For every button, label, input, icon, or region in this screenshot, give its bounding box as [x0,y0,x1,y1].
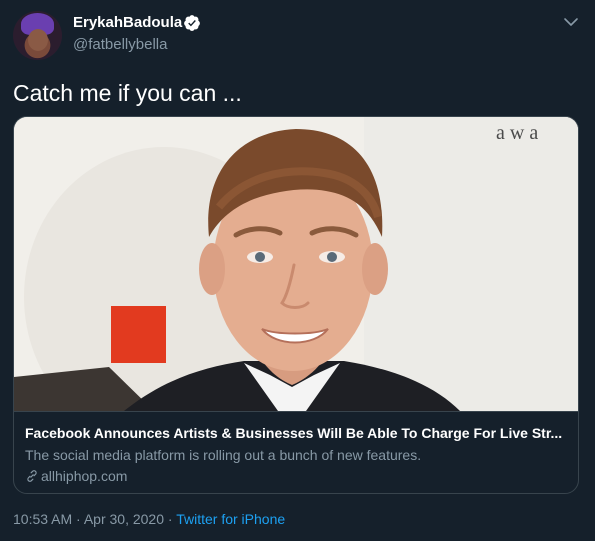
tweet: ErykahBadoula @fatbellybella Catch me if… [0,0,595,541]
tweet-text: Catch me if you can ... [13,80,242,106]
link-icon [27,470,37,482]
link-card-title[interactable]: Facebook Announces Artists & Businesses … [25,425,570,441]
display-name[interactable]: ErykahBadoula [73,14,182,31]
link-card-meta: Facebook Announces Artists & Businesses … [14,411,578,493]
card-photo: a w a [14,117,578,411]
tweet-time[interactable]: 10:53 AM [13,511,72,527]
chevron-down-icon[interactable] [561,15,581,29]
link-card-domain-text: allhiphop.com [41,468,128,484]
user-handle[interactable]: @fatbellybella [73,36,167,53]
tweet-date[interactable]: Apr 30, 2020 [84,511,164,527]
avatar[interactable] [13,11,62,60]
tweet-source[interactable]: Twitter for iPhone [176,511,285,527]
link-card-domain: allhiphop.com [25,468,127,484]
link-card-image: a w a [14,117,578,411]
tweet-timestamp: 10:53 AM · Apr 30, 2020 · Twitter for iP… [13,511,285,527]
avatar-face [28,29,48,51]
separator: · [72,511,84,527]
red-square [111,306,166,363]
separator: · [164,511,177,527]
verified-badge-icon [184,15,200,31]
image-text: a w a [496,122,538,144]
link-card[interactable]: a w a Facebook Announces Artists & Busin… [13,116,579,494]
link-card-description: The social media platform is rolling out… [25,447,422,463]
